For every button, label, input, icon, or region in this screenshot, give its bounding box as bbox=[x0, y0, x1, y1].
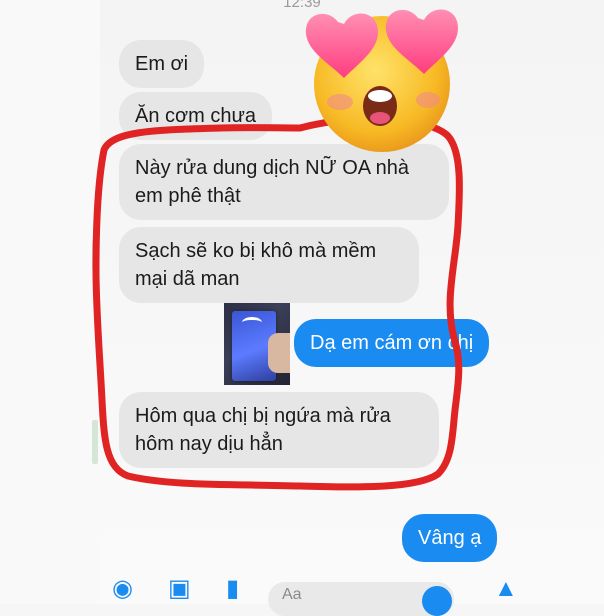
heart-eyes-emoji-icon bbox=[305, 9, 458, 152]
microphone-icon[interactable]: ▮ bbox=[226, 574, 239, 604]
chat-screen: 12:39 Em ơi Ăn cơm chưa Này rửa dung dịc… bbox=[0, 0, 604, 616]
camera-icon[interactable]: ◉ bbox=[112, 574, 133, 604]
like-icon[interactable]: ▲ bbox=[494, 574, 518, 604]
image-icon[interactable]: ▣ bbox=[168, 574, 191, 604]
emoji-icon[interactable] bbox=[422, 586, 452, 616]
annotation-stroke bbox=[92, 115, 463, 491]
input-placeholder: Aa bbox=[282, 586, 302, 603]
